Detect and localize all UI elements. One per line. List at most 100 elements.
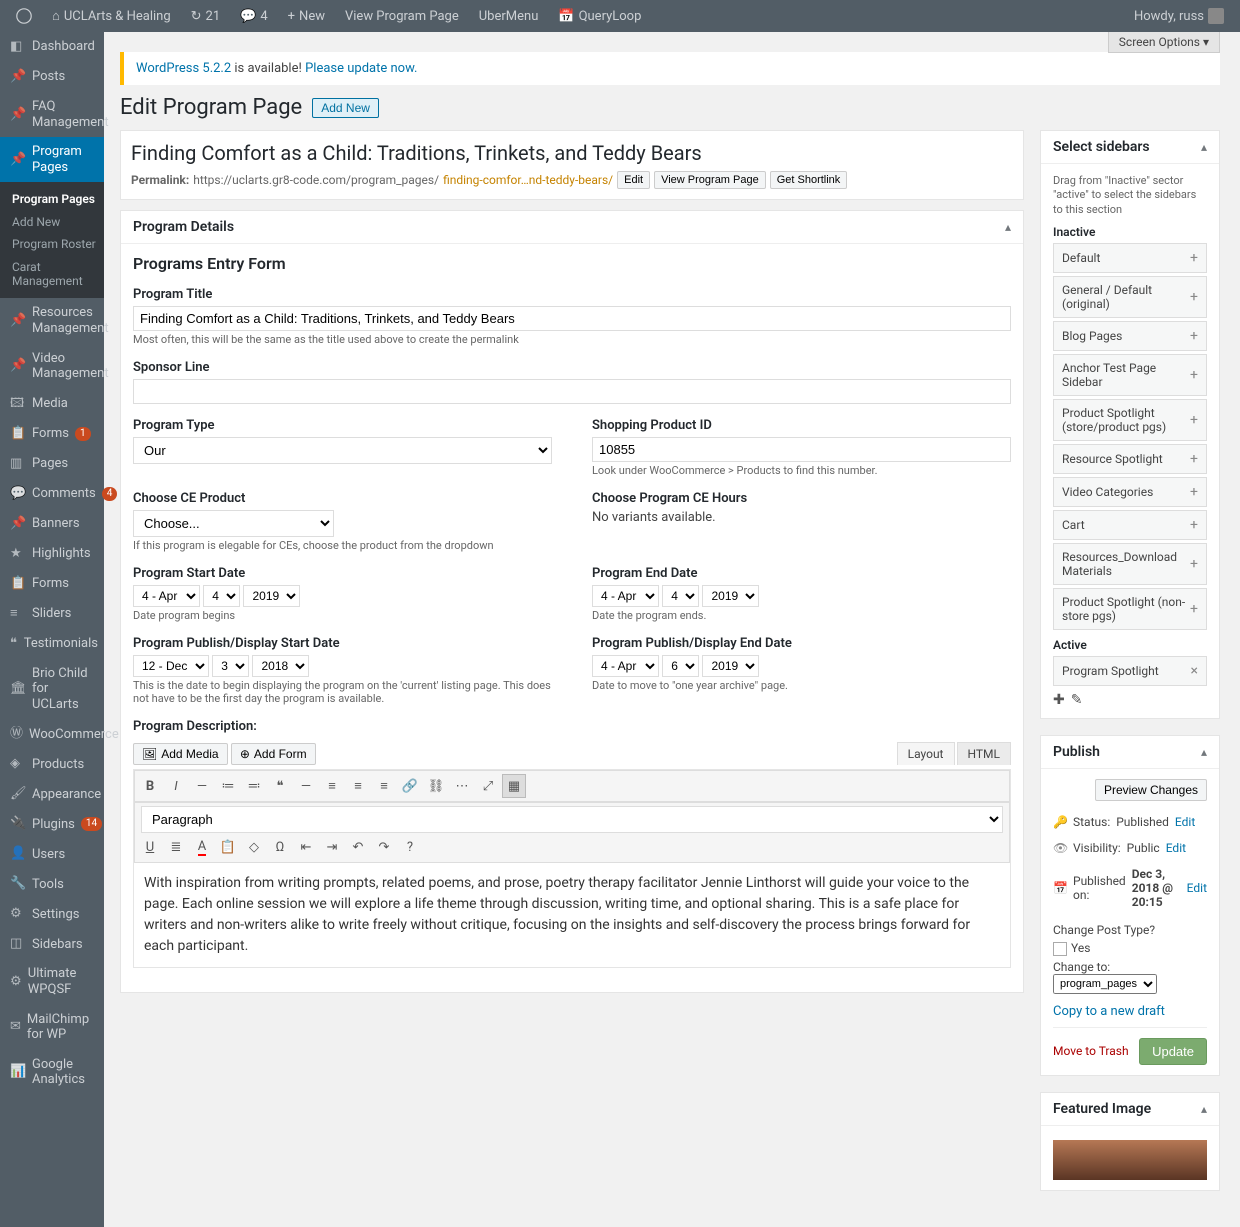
special-char-button[interactable]: Ω: [268, 835, 292, 859]
menu-posts[interactable]: 📌Posts: [0, 62, 104, 92]
ubermenu-link[interactable]: UberMenu: [471, 0, 547, 32]
update-now-link[interactable]: Please update now.: [305, 61, 417, 76]
link-button[interactable]: 🔗: [398, 774, 422, 798]
close-icon[interactable]: ×: [1191, 663, 1198, 679]
featured-toggle[interactable]: ▴: [1201, 1102, 1207, 1116]
align-right-button[interactable]: ≡: [372, 774, 396, 798]
plus-icon[interactable]: +: [1190, 328, 1198, 344]
align-center-button[interactable]: ≡: [346, 774, 370, 798]
preview-button[interactable]: Preview Changes: [1095, 779, 1207, 801]
sidebar-widget-item[interactable]: Video Categories+: [1053, 477, 1207, 507]
publish-toggle[interactable]: ▴: [1201, 745, 1207, 759]
edit-sidebar-icon[interactable]: ✎: [1071, 692, 1083, 708]
pastetext-button[interactable]: 📋: [216, 835, 240, 859]
start-day-select[interactable]: 4: [203, 585, 240, 607]
add-sidebar-icon[interactable]: ✚: [1053, 692, 1065, 708]
menu-forms2[interactable]: 📋Forms: [0, 569, 104, 599]
editor-content[interactable]: With inspiration from writing prompts, r…: [134, 863, 1010, 967]
sponsor-input[interactable]: [133, 379, 1011, 404]
clearformat-button[interactable]: ◇: [242, 835, 266, 859]
menu-video[interactable]: 📌Video Management: [0, 344, 104, 389]
view-program-link[interactable]: View Program Page: [337, 0, 467, 32]
plus-icon[interactable]: +: [1190, 484, 1198, 500]
shortlink-button[interactable]: Get Shortlink: [770, 171, 848, 189]
pubstart-month-select[interactable]: 12 - Dec: [133, 655, 209, 677]
sidebar-widget-item[interactable]: Blog Pages+: [1053, 321, 1207, 351]
kitchen-sink-button[interactable]: ▦: [502, 774, 526, 798]
update-button[interactable]: Update: [1139, 1038, 1207, 1065]
menu-tools[interactable]: 🔧Tools: [0, 869, 104, 899]
indent-button[interactable]: ⇥: [320, 835, 344, 859]
justify-button[interactable]: ≣: [164, 835, 188, 859]
submenu-add-new[interactable]: Add New: [0, 211, 104, 233]
plus-icon[interactable]: +: [1190, 250, 1198, 266]
start-month-select[interactable]: 4 - Apr: [133, 585, 200, 607]
sidebar-widget-item[interactable]: Resource Spotlight+: [1053, 444, 1207, 474]
menu-forms[interactable]: 📋Forms 1: [0, 419, 104, 449]
program-title-input[interactable]: [133, 306, 1011, 331]
comments-link[interactable]: 💬4: [232, 0, 276, 32]
plus-icon[interactable]: +: [1190, 289, 1198, 305]
menu-highlights[interactable]: ★Highlights: [0, 539, 104, 569]
plus-icon[interactable]: +: [1190, 451, 1198, 467]
pubstart-year-select[interactable]: 2018: [252, 655, 309, 677]
add-new-button[interactable]: Add New: [312, 98, 379, 118]
menu-media[interactable]: 🖾Media: [0, 389, 104, 419]
change-to-select[interactable]: program_pages: [1053, 974, 1157, 994]
queryloop-link[interactable]: 📅QueryLoop: [550, 0, 649, 32]
sidebar-widget-item[interactable]: Program Spotlight×: [1053, 656, 1207, 686]
updates-link[interactable]: ↻21: [183, 0, 229, 32]
menu-comments[interactable]: 💬Comments 4: [0, 479, 104, 509]
more-button[interactable]: ⋯: [450, 774, 474, 798]
plus-icon[interactable]: +: [1190, 556, 1198, 572]
howdy-user[interactable]: Howdy, russ: [1126, 0, 1232, 32]
redo-button[interactable]: ↷: [372, 835, 396, 859]
screen-options-tab[interactable]: Screen Options ▾: [1108, 32, 1220, 53]
end-day-select[interactable]: 4: [662, 585, 699, 607]
submenu-program-pages[interactable]: Program Pages: [0, 188, 104, 210]
submenu-program-roster[interactable]: Program Roster: [0, 233, 104, 255]
tab-layout[interactable]: Layout: [897, 742, 955, 765]
edit-status-link[interactable]: Edit: [1175, 815, 1195, 829]
menu-settings[interactable]: ⚙Settings: [0, 899, 104, 929]
menu-analytics[interactable]: 📊Google Analytics: [0, 1050, 104, 1095]
sidebar-widget-item[interactable]: Default+: [1053, 243, 1207, 273]
menu-brio[interactable]: 🏛Brio Child for UCLarts: [0, 659, 104, 720]
trash-link[interactable]: Move to Trash: [1053, 1044, 1129, 1058]
help-button[interactable]: ?: [398, 835, 422, 859]
start-year-select[interactable]: 2019: [243, 585, 300, 607]
menu-wpqsf[interactable]: ⚙Ultimate WPQSF: [0, 959, 104, 1004]
sidebar-widget-item[interactable]: General / Default (original)+: [1053, 276, 1207, 318]
yes-checkbox[interactable]: [1053, 942, 1067, 956]
sidebar-widget-item[interactable]: Product Spotlight (store/product pgs)+: [1053, 399, 1207, 441]
ce-product-select[interactable]: Choose...: [133, 510, 334, 537]
menu-dashboard[interactable]: ◧Dashboard: [0, 32, 104, 62]
fullscreen-button[interactable]: ⤢: [476, 774, 500, 798]
end-year-select[interactable]: 2019: [702, 585, 759, 607]
tab-html[interactable]: HTML: [957, 742, 1012, 765]
add-media-button[interactable]: 🖼Add Media: [133, 743, 228, 765]
pubend-month-select[interactable]: 4 - Apr: [592, 655, 659, 677]
underline-button[interactable]: U: [138, 835, 162, 859]
new-link[interactable]: +New: [280, 0, 333, 32]
menu-users[interactable]: 👤Users: [0, 839, 104, 869]
plus-icon[interactable]: +: [1190, 517, 1198, 533]
format-select[interactable]: Paragraph: [141, 806, 1003, 833]
wordpress-version-link[interactable]: WordPress 5.2.2: [136, 61, 231, 76]
menu-sliders[interactable]: ≡Sliders: [0, 599, 104, 629]
ol-button[interactable]: ≕: [242, 774, 266, 798]
menu-plugins[interactable]: 🔌Plugins 14: [0, 809, 104, 839]
menu-woocommerce[interactable]: ⓌWooCommerce: [0, 719, 104, 749]
menu-program-pages[interactable]: 📌Program Pages: [0, 137, 104, 182]
end-month-select[interactable]: 4 - Apr: [592, 585, 659, 607]
sidebar-widget-item[interactable]: Cart+: [1053, 510, 1207, 540]
featured-image-thumb[interactable]: [1053, 1140, 1207, 1180]
hr-button[interactable]: ―: [294, 774, 318, 798]
menu-mailchimp[interactable]: ✉MailChimp for WP: [0, 1005, 104, 1050]
plus-icon[interactable]: +: [1190, 367, 1198, 383]
quote-button[interactable]: ❝: [268, 774, 292, 798]
menu-faq[interactable]: 📌FAQ Management: [0, 92, 104, 137]
pubend-year-select[interactable]: 2019: [702, 655, 759, 677]
pubend-day-select[interactable]: 6: [662, 655, 699, 677]
plus-icon[interactable]: +: [1190, 412, 1198, 428]
